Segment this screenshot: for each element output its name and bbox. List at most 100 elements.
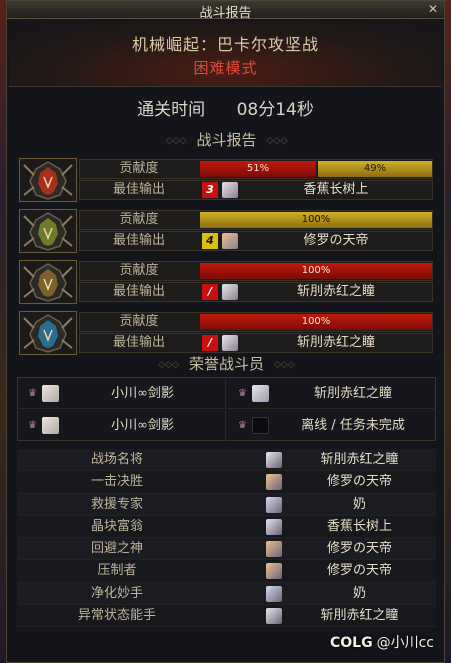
avatar-icon (222, 233, 238, 249)
avatar-icon (42, 417, 59, 434)
watermark: COLG @小川cc (330, 632, 434, 652)
clear-time-label: 通关时间 (137, 100, 206, 120)
player-report: 贡献度 51% 49% 最佳输出 3 香蕉长树上 (19, 158, 433, 202)
clear-time-value: 08分14秒 (236, 100, 314, 120)
class-emblem-icon[interactable] (19, 260, 77, 304)
award-row: 一击决胜 修罗の天帝 (17, 471, 436, 494)
award-recipient: 修罗の天帝 (326, 563, 392, 579)
honor-member-name: 小川∞剑影 (111, 386, 174, 401)
contribution-bar: 49% (318, 161, 432, 177)
award-row: 救援专家 奶 (17, 493, 436, 516)
avatar-icon (222, 335, 238, 351)
award-title: 回避之神 (90, 541, 143, 557)
best-output-name: 修罗の天帝 (303, 233, 369, 248)
award-row: 净化妙手 奶 (17, 582, 436, 606)
best-output-name: 香蕉长树上 (303, 182, 369, 197)
award-row: 回避之神 修罗の天帝 (17, 538, 436, 561)
contribution-bars: 100% (200, 314, 432, 330)
honor-heading: 荣誉战斗员 (7, 353, 446, 373)
crown-icon: ♛ (238, 420, 247, 431)
contribution-bar: 100% (200, 263, 432, 279)
award-recipient: 奶 (352, 496, 366, 512)
award-recipient: 修罗の天帝 (326, 474, 392, 490)
contribution-bar: 100% (200, 212, 432, 228)
award-recipient: 香蕉长树上 (326, 518, 392, 534)
avatar-icon (222, 182, 238, 198)
contribution-row: 贡献度 100% (79, 210, 433, 230)
award-recipient: 修罗の天帝 (326, 541, 392, 557)
contribution-label: 贡献度 (119, 212, 159, 227)
award-title: 晶块富翁 (90, 518, 143, 534)
avatar-icon (266, 452, 282, 468)
crown-icon: ♛ (238, 388, 247, 399)
honor-members: ♛ 小川∞剑影 ♛ 斩刖赤红之瞳 ♛ 小川∞剑影 ♛ 离线 / 任务未完成 (17, 377, 436, 441)
report-heading: 战斗报告 (7, 129, 446, 149)
honor-member-name: 斩刖赤红之瞳 (313, 386, 392, 401)
rank-icon: / (202, 335, 218, 351)
awards-list: 战场名将 斩刖赤红之瞳 一击决胜 修罗の天帝 救援专家 奶 晶块富翁 香蕉长树上… (17, 449, 436, 628)
award-row: 异常状态能手 斩刖赤红之瞳 (17, 605, 436, 628)
player-report: 贡献度 100% 最佳输出 / 斩刖赤红之瞳 (19, 311, 433, 355)
honor-member[interactable]: ♛ 小川∞剑影 (18, 410, 226, 441)
award-recipient: 斩刖赤红之瞳 (320, 608, 399, 624)
best-output-label: 最佳输出 (112, 284, 165, 299)
clear-time: 通关时间 08分14秒 (9, 93, 442, 127)
contribution-label: 贡献度 (119, 314, 159, 329)
avatar-icon (266, 496, 282, 513)
best-output-row: 最佳输出 / 斩刖赤红之瞳 (79, 282, 433, 302)
class-emblem-icon[interactable] (19, 158, 77, 202)
rank-icon: 4 (202, 233, 218, 249)
avatar-icon (42, 385, 59, 402)
close-icon[interactable]: ✕ (426, 2, 440, 16)
award-title: 净化妙手 (90, 585, 143, 601)
contribution-bars: 100% (200, 263, 432, 279)
best-output-label: 最佳输出 (112, 182, 165, 197)
contribution-bar: 51% (200, 161, 316, 177)
dungeon-name: 机械崛起：巴卡尔攻坚战 (131, 35, 319, 54)
best-output-label: 最佳输出 (112, 335, 165, 350)
honor-member[interactable]: ♛ 斩刖赤红之瞳 (228, 378, 436, 409)
rank-icon: / (202, 284, 218, 300)
avatar-icon (252, 385, 269, 402)
best-output-row: 最佳输出 3 香蕉长树上 (79, 180, 433, 200)
award-title: 战场名将 (90, 452, 143, 467)
titlebar[interactable]: 战斗报告 ✕ (7, 1, 444, 21)
player-report: 贡献度 100% 最佳输出 / 斩刖赤红之瞳 (19, 260, 433, 304)
best-output-label: 最佳输出 (112, 233, 165, 248)
best-output-row: 最佳输出 / 斩刖赤红之瞳 (79, 333, 433, 353)
avatar-icon (266, 541, 282, 558)
contribution-label: 贡献度 (119, 161, 159, 176)
honor-member-name: 小川∞剑影 (111, 418, 174, 433)
contribution-bar: 100% (200, 314, 432, 330)
class-emblem-icon[interactable] (19, 209, 77, 253)
honor-member[interactable]: ♛ 小川∞剑影 (18, 378, 226, 409)
watermark-logo: COLG (330, 635, 373, 651)
player-report: 贡献度 100% 最佳输出 4 修罗の天帝 (19, 209, 433, 253)
contribution-row: 贡献度 100% (79, 261, 433, 281)
battle-report-window: 战斗报告 ✕ 机械崛起：巴卡尔攻坚战 困难模式 通关时间 08分14秒 战斗报告… (6, 0, 445, 663)
watermark-text: @小川cc (376, 635, 434, 651)
crown-icon: ♛ (28, 388, 37, 399)
dungeon-header: 机械崛起：巴卡尔攻坚战 困难模式 (9, 21, 442, 87)
award-row: 晶块富翁 香蕉长树上 (17, 515, 436, 539)
window-title: 战斗报告 (199, 6, 252, 21)
avatar-icon (266, 563, 282, 580)
avatar-icon (266, 585, 282, 602)
best-output-name: 斩刖赤红之瞳 (296, 284, 375, 299)
empty-avatar-icon (252, 417, 269, 434)
contribution-label: 贡献度 (119, 263, 159, 278)
class-emblem-icon[interactable] (19, 311, 77, 355)
avatar-icon (266, 608, 282, 625)
honor-member[interactable]: ♛ 离线 / 任务未完成 (228, 410, 436, 441)
award-row: 战场名将 斩刖赤红之瞳 (17, 449, 436, 472)
avatar-icon (222, 284, 238, 300)
award-recipient: 奶 (352, 585, 366, 601)
rank-icon: 3 (202, 182, 218, 198)
honor-member-name: 离线 / 任务未完成 (301, 418, 405, 433)
contribution-row: 贡献度 100% (79, 312, 433, 332)
award-title: 压制者 (97, 563, 137, 579)
award-title: 异常状态能手 (77, 608, 156, 624)
award-recipient: 斩刖赤红之瞳 (320, 452, 399, 467)
contribution-row: 贡献度 51% 49% (79, 159, 433, 179)
award-title: 救援专家 (90, 496, 143, 512)
